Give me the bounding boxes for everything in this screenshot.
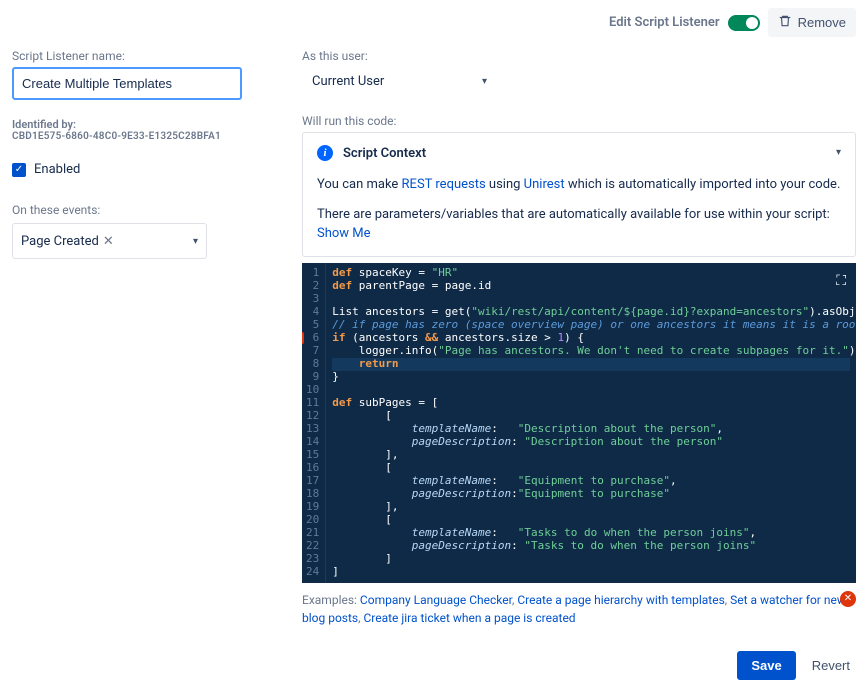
chevron-down-icon[interactable]: ▾ (836, 147, 841, 158)
revert-button[interactable]: Revert (806, 651, 856, 680)
example-link[interactable]: Company Language Checker (360, 593, 512, 607)
guid-value: CBD1E575-6860-48C0-9E33-E1325C28BFA1 (12, 131, 272, 142)
user-label: As this user: (302, 49, 856, 63)
trash-icon (778, 14, 792, 31)
script-context-title: Script Context (343, 146, 426, 161)
code-editor[interactable]: 123456789101112131415161718192021222324 … (302, 263, 856, 583)
fullscreen-icon[interactable]: ⛶ (836, 273, 846, 289)
example-link[interactable]: Create jira ticket when a page is create… (363, 611, 575, 625)
event-tag: Page Created ✕ (21, 234, 114, 249)
code-label: Will run this code: (302, 114, 856, 128)
name-input[interactable] (12, 67, 242, 100)
info-icon: i (317, 145, 333, 161)
topbar: Edit Script Listener Remove (12, 8, 856, 37)
rest-requests-link[interactable]: REST requests (402, 177, 486, 192)
chevron-down-icon: ▾ (482, 76, 487, 87)
user-select[interactable]: Current User ▾ (302, 67, 497, 96)
enabled-checkbox[interactable]: ✓ (12, 163, 26, 177)
name-label: Script Listener name: (12, 49, 272, 63)
events-select[interactable]: Page Created ✕ ▾ (12, 223, 207, 259)
code-body[interactable]: def spaceKey = "HR"def parentPage = page… (326, 263, 856, 583)
save-button[interactable]: Save (737, 651, 795, 680)
show-me-link[interactable]: Show Me (317, 226, 371, 241)
remove-label: Remove (798, 15, 846, 30)
close-icon[interactable]: ✕ (103, 234, 114, 249)
script-context-panel: i Script Context ▾ You can make REST req… (302, 132, 856, 257)
right-column: As this user: Current User ▾ Will run th… (302, 49, 856, 680)
unirest-link[interactable]: Unirest (524, 177, 565, 192)
edit-script-listener-label: Edit Script Listener (609, 15, 720, 30)
example-link[interactable]: Create a page hierarchy with templates (517, 593, 724, 607)
chevron-down-icon: ▾ (193, 236, 198, 247)
code-gutter: 123456789101112131415161718192021222324 (302, 263, 326, 583)
events-label: On these events: (12, 203, 272, 217)
left-column: Script Listener name: Identified by: CBD… (12, 49, 272, 680)
error-badge[interactable]: ✕ (840, 591, 856, 607)
remove-button[interactable]: Remove (768, 8, 856, 37)
enabled-label: Enabled (34, 162, 80, 177)
examples-row: Examples: Company Language Checker, Crea… (302, 591, 856, 627)
identified-label: Identified by: (12, 118, 272, 131)
toggle-enabled[interactable] (728, 15, 760, 31)
